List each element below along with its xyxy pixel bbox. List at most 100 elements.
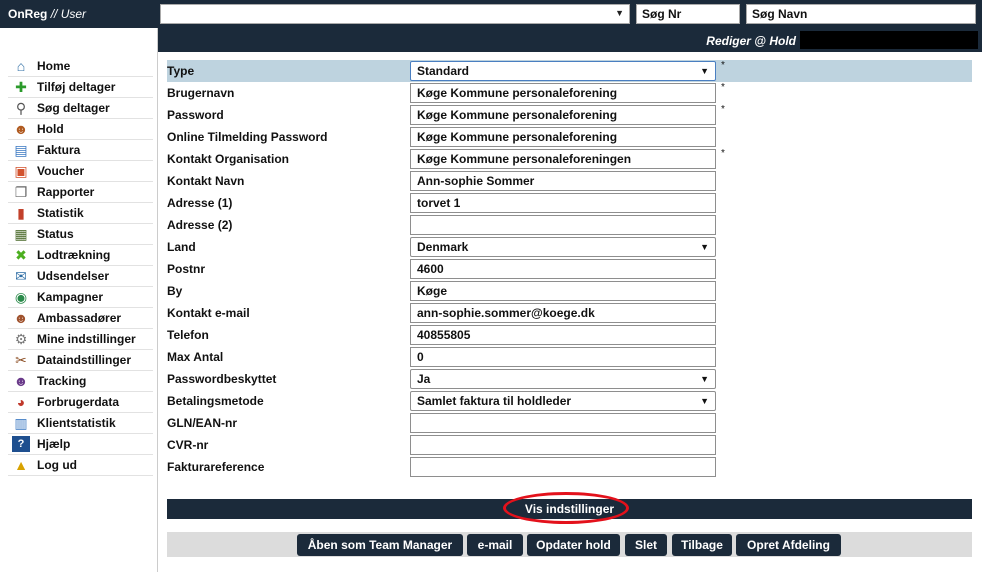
help-icon: ? — [12, 436, 30, 452]
action-bar: Åben som Team Manager e-mail Opdater hol… — [167, 532, 972, 557]
sidebar-item-status[interactable]: ▦ Status — [8, 224, 153, 245]
sidebar-item-dataindstillinger[interactable]: ✂ Dataindstillinger — [8, 350, 153, 371]
text-field[interactable]: 0 — [410, 347, 716, 367]
sidebar-item-rapporter[interactable]: ❐ Rapporter — [8, 182, 153, 203]
sidebar: ⌂ Home ✚ Tilføj deltager ⚲ Søg deltager ☻ Hold ▤… — [0, 28, 158, 572]
search-name-input[interactable]: Søg Navn — [746, 4, 976, 24]
sidebar-item-ambassadører[interactable]: ☻ Ambassadører — [8, 308, 153, 329]
select-field[interactable]: Denmark ▼ — [410, 237, 716, 257]
sidebar-item-kampagner[interactable]: ◉ Kampagner — [8, 287, 153, 308]
redacted-block — [800, 31, 978, 49]
text-field[interactable]: Køge — [410, 281, 716, 301]
sidebar-item-label: Søg deltager — [37, 101, 110, 115]
invoice-icon: ▤ — [14, 141, 28, 158]
globe-icon: ◉ — [14, 288, 28, 305]
sidebar-item-faktura[interactable]: ▤ Faktura — [8, 140, 153, 161]
sidebar-item-hjælp[interactable]: ? Hjælp — [8, 434, 153, 455]
sidebar-item-søg-deltager[interactable]: ⚲ Søg deltager — [8, 98, 153, 119]
required-marker: * — [721, 104, 725, 115]
field-value: Køge Kommune personaleforening — [417, 108, 618, 122]
delete-button[interactable]: Slet — [625, 534, 667, 556]
select-field[interactable]: Standard ▼ — [410, 61, 716, 81]
sub-header: Rediger @ Hold — [158, 28, 982, 52]
shuffle-icon: ✖ — [15, 246, 27, 263]
form-row: Passwordbeskyttet Ja ▼ — [167, 368, 972, 390]
text-field[interactable]: Køge Kommune personaleforening — [410, 127, 716, 147]
form-row: Max Antal 0 — [167, 346, 972, 368]
sidebar-item-statistik[interactable]: ▮ Statistik — [8, 203, 153, 224]
sidebar-item-hold[interactable]: ☻ Hold — [8, 119, 153, 140]
text-field[interactable] — [410, 215, 716, 235]
sidebar-item-voucher[interactable]: ▣ Voucher — [8, 161, 153, 182]
sidebar-item-udsendelser[interactable]: ✉ Udsendelser — [8, 266, 153, 287]
email-button[interactable]: e-mail — [467, 534, 523, 556]
text-field[interactable]: Køge Kommune personaleforeningen — [410, 149, 716, 169]
field-label: Fakturareference — [167, 460, 265, 474]
home-icon: ⌂ — [16, 58, 26, 74]
field-label: Postnr — [167, 262, 206, 276]
search-select[interactable]: ▼ — [160, 4, 630, 24]
sidebar-item-tilføj-deltager[interactable]: ✚ Tilføj deltager — [8, 77, 153, 98]
reports-icon: ❐ — [14, 183, 28, 200]
form-row: Postnr 4600 — [167, 258, 972, 280]
form-row: Telefon 40855805 — [167, 324, 972, 346]
open-team-manager-button[interactable]: Åben som Team Manager — [297, 534, 463, 556]
sidebar-item-label: Lodtrækning — [37, 248, 111, 262]
select-field[interactable]: Ja ▼ — [410, 369, 716, 389]
form-row: Kontakt e-mail ann-sophie.sommer@koege.dk — [167, 302, 972, 324]
back-button[interactable]: Tilbage — [672, 534, 732, 556]
text-field[interactable]: Køge Kommune personaleforening — [410, 105, 716, 125]
select-field[interactable]: Samlet faktura til holdleder ▼ — [410, 391, 716, 411]
form-row: By Køge — [167, 280, 972, 302]
chevron-down-icon: ▼ — [700, 242, 709, 252]
sidebar-item-log-ud[interactable]: ▲ Log ud — [8, 455, 153, 476]
sidebar-item-label: Forbrugerdata — [37, 395, 120, 409]
field-label: Kontakt e-mail — [167, 306, 250, 320]
field-label: Adresse (1) — [167, 196, 233, 210]
field-value: Standard — [417, 64, 470, 78]
sidebar-item-home[interactable]: ⌂ Home — [8, 56, 153, 77]
field-label: By — [167, 284, 183, 298]
form-row: Adresse (2) — [167, 214, 972, 236]
form-row: Kontakt Navn Ann-sophie Sommer — [167, 170, 972, 192]
sidebar-item-label: Faktura — [37, 143, 81, 157]
sidebar-item-label: Status — [37, 227, 74, 241]
field-value: 4600 — [417, 262, 444, 276]
text-field[interactable]: Ann-sophie Sommer — [410, 171, 716, 191]
pie-chart-icon: ◕ — [16, 394, 26, 410]
sidebar-item-mine-indstillinger[interactable]: ⚙ Mine indstillinger — [8, 329, 153, 350]
edit-team-form: Type Standard ▼ * Brugernavn Køge Kommune per… — [167, 60, 972, 478]
form-row: CVR-nr — [167, 434, 972, 456]
sidebar-item-label: Statistik — [37, 206, 84, 220]
search-nr-input[interactable]: Søg Nr — [636, 4, 740, 24]
sidebar-item-klientstatistik[interactable]: ▥ Klientstatistik — [8, 413, 153, 434]
text-field[interactable] — [410, 435, 716, 455]
sidebar-item-lodtrækning[interactable]: ✖ Lodtrækning — [8, 245, 153, 266]
tracking-users-icon: ☻ — [13, 373, 29, 389]
update-team-button[interactable]: Opdater hold — [527, 534, 620, 556]
sidebar-item-forbrugerdata[interactable]: ◕ Forbrugerdata — [8, 392, 153, 413]
text-field[interactable]: torvet 1 — [410, 193, 716, 213]
text-field[interactable]: 4600 — [410, 259, 716, 279]
field-label: Max Antal — [167, 350, 224, 364]
form-row: Betalingsmetode Samlet faktura til holdle… — [167, 390, 972, 412]
text-field[interactable]: 40855805 — [410, 325, 716, 345]
create-department-button[interactable]: Opret Afdeling — [736, 534, 841, 556]
form-row: Online Tilmelding Password Køge Kommune p… — [167, 126, 972, 148]
text-field[interactable] — [410, 457, 716, 477]
field-value: Køge Kommune personaleforening — [417, 86, 618, 100]
sidebar-item-label: Hjælp — [37, 437, 71, 451]
chevron-down-icon: ▼ — [700, 396, 709, 406]
status-icon: ▦ — [14, 225, 28, 242]
text-field[interactable] — [410, 413, 716, 433]
tools-icon: ✂ — [15, 351, 27, 368]
field-label: Adresse (2) — [167, 218, 233, 232]
sidebar-item-label: Tracking — [37, 374, 87, 388]
chevron-down-icon: ▼ — [700, 374, 709, 384]
field-label: Land — [167, 240, 196, 254]
sidebar-item-tracking[interactable]: ☻ Tracking — [8, 371, 153, 392]
field-label: Betalingsmetode — [167, 394, 264, 408]
field-value: 40855805 — [417, 328, 471, 342]
text-field[interactable]: Køge Kommune personaleforening — [410, 83, 716, 103]
text-field[interactable]: ann-sophie.sommer@koege.dk — [410, 303, 716, 323]
